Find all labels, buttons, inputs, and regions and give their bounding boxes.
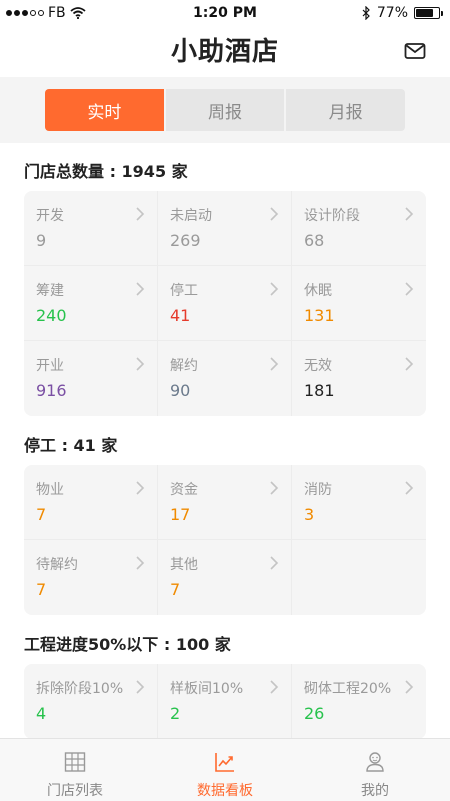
chevron-right-icon <box>270 357 279 371</box>
bottom-tab-bar: 门店列表 数据看板 我的 <box>0 738 450 801</box>
stat-cell-terminated[interactable]: 解约 90 <box>158 341 292 416</box>
tabbar-label: 我的 <box>361 783 389 799</box>
stat-cell-design-stage[interactable]: 设计阶段 68 <box>292 191 426 266</box>
app-header: 小助酒店 <box>0 28 450 76</box>
chart-icon <box>215 753 234 772</box>
stat-label: 物业 <box>36 482 64 498</box>
stat-value: 9 <box>36 231 47 250</box>
chevron-right-icon <box>270 282 279 296</box>
tabbar-item-mine[interactable]: 我的 <box>300 739 450 801</box>
stat-value: 181 <box>304 381 335 400</box>
stat-cell-dormant[interactable]: 休眠 131 <box>292 266 426 341</box>
tabbar-label: 门店列表 <box>47 783 103 799</box>
stat-value: 17 <box>170 505 191 524</box>
stat-value: 4 <box>36 704 47 723</box>
stat-value: 7 <box>36 580 47 599</box>
section-title-stopped: 停工 : 41 家 <box>24 436 118 455</box>
stat-label: 消防 <box>304 482 332 498</box>
section-title-total: 门店总数量 : 1945 家 <box>24 162 188 181</box>
stat-label: 资金 <box>170 482 198 498</box>
chevron-right-icon <box>270 481 279 495</box>
stat-label: 其他 <box>170 557 198 573</box>
grid-total: 开发 9 未启动 269 设计阶段 68 筹建 240 停工 41 休眠 131… <box>24 191 426 416</box>
stat-cell-preparation[interactable]: 筹建 240 <box>24 266 158 341</box>
battery-percent: 77% <box>376 5 408 21</box>
stat-label: 休眠 <box>304 283 332 299</box>
stat-label: 拆除阶段10% <box>36 681 124 697</box>
stat-label: 砌体工程20% <box>304 681 392 697</box>
stat-label: 筹建 <box>36 283 64 299</box>
chevron-right-icon <box>136 556 145 570</box>
chevron-right-icon <box>405 357 414 371</box>
stat-value: 7 <box>36 505 47 524</box>
grid-progress: 拆除阶段10% 4 样板间10% 2 砌体工程20% 26 <box>24 664 426 739</box>
chevron-right-icon <box>405 282 414 296</box>
chevron-right-icon <box>136 481 145 495</box>
section-title-progress: 工程进度50%以下 : 100 家 <box>24 635 231 654</box>
tabbar-label: 数据看板 <box>197 783 253 799</box>
stat-cell-suspended[interactable]: 停工 41 <box>158 266 292 341</box>
stat-cell-other[interactable]: 其他 7 <box>158 540 292 615</box>
tabbar-item-store-list[interactable]: 门店列表 <box>0 739 150 801</box>
stat-value: 240 <box>36 306 67 325</box>
stat-label: 开发 <box>36 208 64 224</box>
profile-icon <box>366 752 384 772</box>
stat-value: 916 <box>36 381 67 400</box>
stat-cell-demolition[interactable]: 拆除阶段10% 4 <box>24 664 158 739</box>
bluetooth-icon <box>362 6 370 20</box>
status-bar: FB 1:20 PM 77% <box>0 0 450 28</box>
stat-value: 269 <box>170 231 201 250</box>
stat-value: 2 <box>170 704 181 723</box>
stat-value: 26 <box>304 704 325 723</box>
mail-icon[interactable] <box>404 41 426 61</box>
stat-value: 90 <box>170 381 191 400</box>
stat-cell-not-started[interactable]: 未启动 269 <box>158 191 292 266</box>
stat-label: 设计阶段 <box>304 208 360 224</box>
grid-stopped: 物业 7 资金 17 消防 3 待解约 7 其他 7 <box>24 465 426 615</box>
chevron-right-icon <box>136 207 145 221</box>
status-right: 77% <box>362 5 443 21</box>
stat-cell-pending-termination[interactable]: 待解约 7 <box>24 540 158 615</box>
stat-cell-fire-safety[interactable]: 消防 3 <box>292 465 426 540</box>
tab-monthly[interactable]: 月报 <box>284 89 405 131</box>
stat-value: 41 <box>170 306 191 325</box>
stat-label: 停工 <box>170 283 198 299</box>
stat-cell-development[interactable]: 开发 9 <box>24 191 158 266</box>
stat-cell-funding[interactable]: 资金 17 <box>158 465 292 540</box>
stat-label: 待解约 <box>36 557 78 573</box>
stat-value: 131 <box>304 306 335 325</box>
chevron-right-icon <box>405 680 414 694</box>
report-tabs: 实时 周报 月报 <box>45 89 405 131</box>
stat-cell-masonry[interactable]: 砌体工程20% 26 <box>292 664 426 739</box>
chevron-right-icon <box>405 207 414 221</box>
chevron-right-icon <box>405 481 414 495</box>
tabbar-item-dashboard[interactable]: 数据看板 <box>150 739 300 801</box>
stat-label: 样板间10% <box>170 681 244 697</box>
stat-value: 3 <box>304 505 315 524</box>
chevron-right-icon <box>270 680 279 694</box>
chevron-right-icon <box>136 282 145 296</box>
building-icon <box>64 752 86 772</box>
app-title: 小助酒店 <box>170 37 279 67</box>
stat-label: 未启动 <box>170 208 212 224</box>
tab-realtime[interactable]: 实时 <box>45 89 164 131</box>
stat-value: 68 <box>304 231 325 250</box>
stat-value: 7 <box>170 580 181 599</box>
stat-cell-model-room[interactable]: 样板间10% 2 <box>158 664 292 739</box>
empty-cell <box>292 540 426 615</box>
chevron-right-icon <box>270 207 279 221</box>
chevron-right-icon <box>270 556 279 570</box>
stat-cell-opened[interactable]: 开业 916 <box>24 341 158 416</box>
battery-icon <box>414 7 443 19</box>
stat-cell-property[interactable]: 物业 7 <box>24 465 158 540</box>
stat-cell-invalid[interactable]: 无效 181 <box>292 341 426 416</box>
chevron-right-icon <box>136 680 145 694</box>
stat-label: 无效 <box>304 358 332 374</box>
chevron-right-icon <box>136 357 145 371</box>
stat-label: 开业 <box>36 358 64 374</box>
stat-label: 解约 <box>170 358 198 374</box>
tab-weekly[interactable]: 周报 <box>163 89 285 131</box>
tabs-area: 实时 周报 月报 <box>0 77 450 143</box>
